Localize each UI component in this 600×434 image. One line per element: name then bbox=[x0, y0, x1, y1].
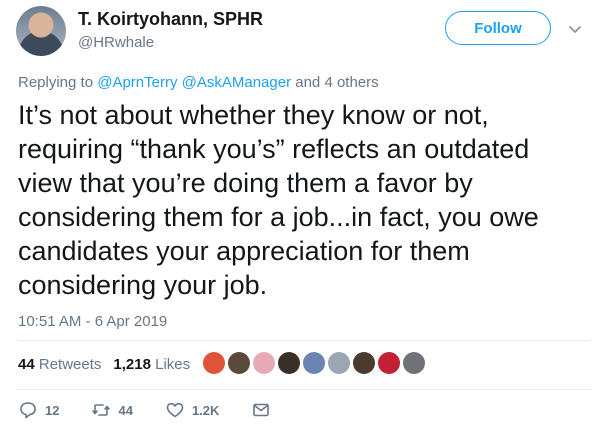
mention-links[interactable]: @AprnTerry @AskAManager bbox=[97, 74, 291, 91]
divider bbox=[18, 389, 590, 390]
direct-message-button[interactable] bbox=[251, 400, 271, 420]
author-name[interactable]: T. Koirtyohann, SPHR bbox=[78, 9, 263, 30]
reply-count: 12 bbox=[45, 402, 60, 418]
liker-avatar[interactable] bbox=[203, 352, 225, 374]
tweet-text: It’s not about whether they know or not,… bbox=[18, 100, 539, 300]
liker-avatar[interactable] bbox=[303, 352, 325, 374]
retweets-label: Retweets bbox=[38, 356, 102, 373]
replying-to-prefix: Replying to bbox=[18, 74, 94, 91]
retweet-count: 44 bbox=[118, 402, 133, 418]
author-handle[interactable]: @HRwhale bbox=[78, 34, 154, 51]
replying-to-suffix[interactable]: and 4 others bbox=[295, 74, 378, 91]
message-icon bbox=[253, 403, 270, 417]
like-button[interactable]: 1.2K bbox=[165, 400, 219, 420]
follow-button[interactable]: Follow bbox=[445, 11, 551, 45]
likes-label: Likes bbox=[155, 356, 191, 373]
liker-avatar[interactable] bbox=[228, 352, 250, 374]
liker-avatars bbox=[203, 352, 425, 374]
author-avatar[interactable] bbox=[16, 6, 66, 56]
reply-button[interactable]: 12 bbox=[18, 400, 59, 420]
liker-avatar[interactable] bbox=[403, 352, 425, 374]
engagement-stats: 44 Retweets 1,218 Likes bbox=[18, 356, 190, 373]
reply-icon bbox=[20, 402, 36, 419]
replying-to: Replying to @AprnTerry @AskAManager and … bbox=[18, 74, 379, 91]
liker-avatar[interactable] bbox=[278, 352, 300, 374]
retweets-count: 44 bbox=[18, 356, 35, 373]
like-count: 1.2K bbox=[191, 402, 220, 418]
divider bbox=[18, 340, 590, 341]
liker-avatar[interactable] bbox=[253, 352, 275, 374]
retweet-icon bbox=[92, 404, 111, 416]
likes-stat[interactable]: 1,218 Likes bbox=[113, 356, 190, 373]
tweet-actions: 12 44 1.2K bbox=[18, 400, 303, 420]
likes-count: 1,218 bbox=[113, 356, 151, 373]
chevron-down-icon[interactable] bbox=[568, 22, 582, 36]
retweet-button[interactable]: 44 bbox=[91, 400, 133, 420]
tweet-timestamp[interactable]: 10:51 AM - 6 Apr 2019 bbox=[18, 313, 167, 330]
heart-icon bbox=[166, 402, 184, 418]
liker-avatar[interactable] bbox=[353, 352, 375, 374]
retweets-stat[interactable]: 44 Retweets bbox=[18, 356, 101, 373]
liker-avatar[interactable] bbox=[378, 352, 400, 374]
liker-avatar[interactable] bbox=[328, 352, 350, 374]
